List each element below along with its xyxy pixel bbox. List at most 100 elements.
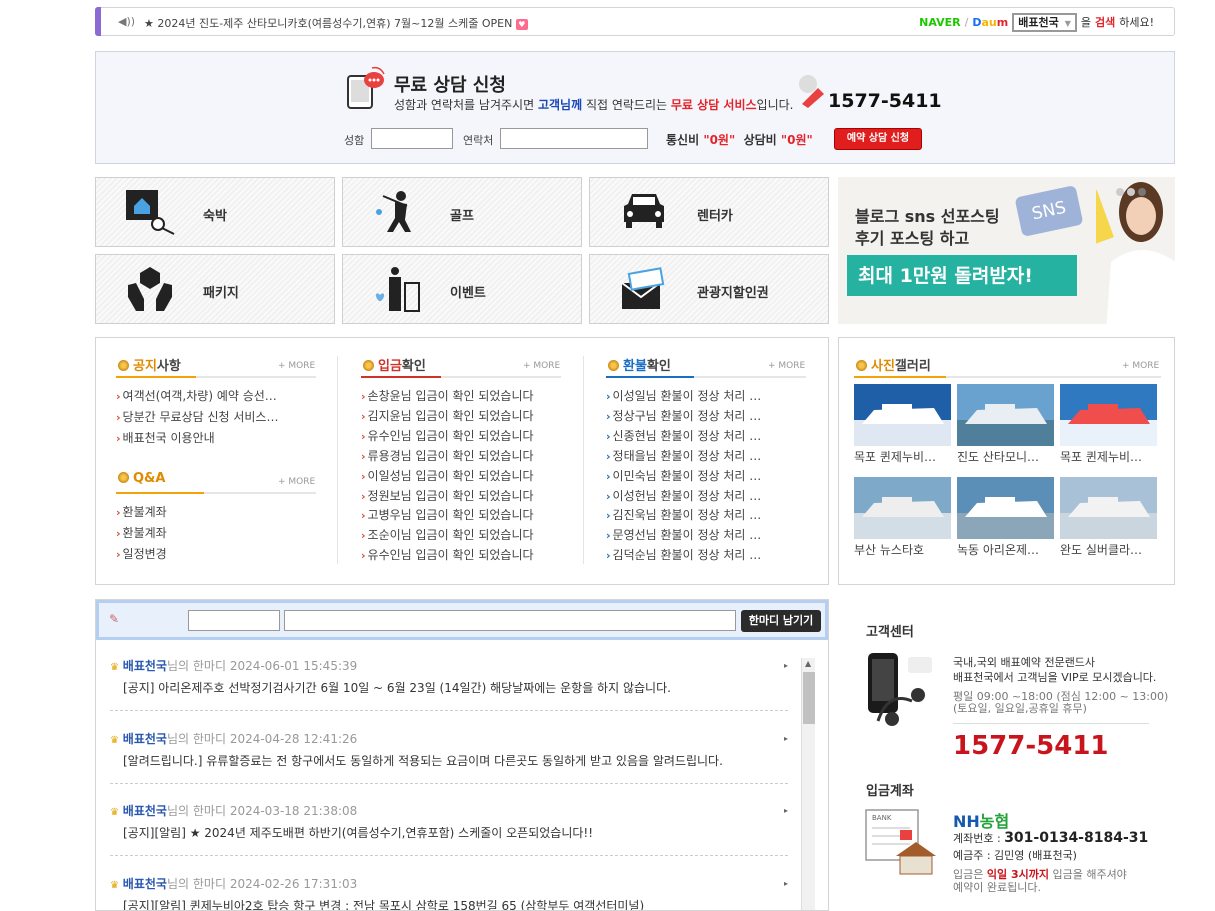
- gallery-thumbnail[interactable]: [957, 384, 1054, 446]
- comment-write-bar: ✎ 한마디 남기기: [96, 600, 828, 640]
- customer-center-title: 고객센터: [866, 625, 914, 640]
- model-photo: [1096, 182, 1175, 324]
- refund-title[interactable]: 환불확인: [608, 355, 671, 374]
- reserve-consult-button[interactable]: 예약 상담 신청: [834, 128, 922, 150]
- ticker-message[interactable]: ★ 2024년 진도-제주 산타모니카호(여름성수기,연휴) 7월~12월 스케…: [144, 15, 528, 31]
- consult-title: 무료 상담 신청: [394, 75, 506, 96]
- deposit-more-link[interactable]: + MORE: [523, 361, 560, 371]
- gallery-thumbnail[interactable]: [1060, 384, 1157, 446]
- name-input[interactable]: [371, 128, 453, 149]
- category-package[interactable]: 패키지: [95, 254, 335, 324]
- category-coupon[interactable]: 관광지할인권: [589, 254, 829, 324]
- refund-item[interactable]: › 이성헌님 환불이 정상 처리 …: [606, 487, 761, 504]
- comment-meta: ♛ 배표천국님의 한마디 2024-03-18 21:38:08: [110, 804, 358, 818]
- refund-item[interactable]: › 김덕순님 환불이 정상 처리 …: [606, 546, 761, 563]
- fee-text: 통신비 "0원" 상담비 "0원": [666, 133, 813, 147]
- category-label: 패키지: [203, 286, 239, 301]
- account-number: 계좌번호 : 301-0134-8184-31: [953, 830, 1149, 846]
- notice-ticker: ◀)) ★ 2024년 진도-제주 산타모니카호(여름성수기,연휴) 7월~12…: [95, 7, 1175, 36]
- sns-event-banner[interactable]: 블로그 sns 선포스팅 후기 포스팅 하고 최대 1만원 돌려받자! SNS: [838, 177, 1175, 324]
- gallery-thumbnail[interactable]: [1060, 477, 1157, 539]
- gallery-thumbnail[interactable]: [957, 477, 1054, 539]
- gallery-caption[interactable]: 부산 뉴스타호: [854, 541, 951, 558]
- event-icon: [375, 267, 420, 312]
- gallery-caption[interactable]: 완도 실버클라…: [1060, 541, 1157, 558]
- cc-line1: 국내,국외 배표예약 전문랜드사: [953, 656, 1096, 669]
- notice-item[interactable]: › 당분간 무료상담 신청 서비스…: [116, 408, 278, 425]
- gallery-more-link[interactable]: + MORE: [1122, 361, 1159, 371]
- contact-input[interactable]: [500, 128, 648, 149]
- category-lodging[interactable]: 숙박: [95, 177, 335, 247]
- refund-item[interactable]: › 문영선님 환불이 정상 처리 …: [606, 526, 761, 543]
- comment-menu-icon[interactable]: ▸: [784, 806, 788, 815]
- qna-item[interactable]: › 환불계좌: [116, 524, 167, 541]
- category-rentcar[interactable]: 렌터카: [589, 177, 829, 247]
- naver-logo[interactable]: NAVER: [919, 16, 960, 29]
- comment-scrollbar[interactable]: ▲: [801, 658, 815, 910]
- comment-menu-icon[interactable]: ▸: [784, 734, 788, 743]
- deposit-item[interactable]: › 정원보님 입금이 확인 되었습니다: [361, 487, 534, 504]
- deposit-item[interactable]: › 유수인님 입금이 확인 되었습니다: [361, 427, 534, 444]
- gallery-caption[interactable]: 녹동 아리온제…: [957, 541, 1054, 558]
- scroll-thumb[interactable]: [803, 672, 815, 724]
- deposit-item[interactable]: › 조순이님 입금이 확인 되었습니다: [361, 526, 534, 543]
- free-consult-box: 무료 상담 신청 성함과 연락처를 남겨주시면 고객님께 직접 연락드리는 무료…: [95, 51, 1175, 164]
- category-label: 관광지할인권: [697, 286, 769, 301]
- contact-label: 연락처: [463, 134, 494, 147]
- gallery-caption[interactable]: 목포 퀸제누비…: [1060, 448, 1157, 465]
- notice-item[interactable]: › 여객선(여객,차량) 예약 승선…: [116, 387, 277, 404]
- comment-name-input[interactable]: [188, 610, 280, 631]
- cc-phone: 1577-5411: [953, 731, 1109, 761]
- refund-item[interactable]: › 신종현님 환불이 정상 처리 …: [606, 427, 761, 444]
- daum-logo[interactable]: Daum: [972, 16, 1008, 29]
- deposit-title[interactable]: 입금확인: [363, 355, 426, 374]
- refund-more-link[interactable]: + MORE: [768, 361, 805, 371]
- heart-icon: ♥: [515, 18, 528, 30]
- qna-title[interactable]: Q&A: [118, 471, 165, 486]
- leave-comment-button[interactable]: 한마디 남기기: [741, 610, 821, 632]
- gallery-thumbnail[interactable]: [854, 477, 951, 539]
- refund-item[interactable]: › 정태을님 환불이 정상 처리 …: [606, 447, 761, 464]
- deposit-item[interactable]: › 유수인님 입금이 확인 되었습니다: [361, 546, 534, 563]
- cc-hours2: (토요일, 일요일,공휴일 휴무): [953, 702, 1087, 715]
- qna-item[interactable]: › 환불계좌: [116, 503, 167, 520]
- notice-more-link[interactable]: + MORE: [278, 361, 315, 371]
- comment-text: [공지] 아리온제주호 선박정기검사기간 6월 10일 ~ 6월 23일 (14…: [123, 681, 671, 695]
- refund-item[interactable]: › 이성일님 환불이 정상 처리 …: [606, 387, 761, 404]
- comment-text: [알려드립니다.] 유류할증료는 전 항구에서도 동일하게 적용되는 요금이며 …: [123, 753, 723, 768]
- gallery-thumbnail[interactable]: [854, 384, 951, 446]
- comment-meta: ♛ 배표천국님의 한마디 2024-04-28 12:41:26: [110, 731, 358, 746]
- deposit-item[interactable]: › 류용경님 입금이 확인 되었습니다: [361, 447, 534, 464]
- deposit-item[interactable]: › 고병우님 입금이 확인 되었습니다: [361, 506, 534, 523]
- notice-title[interactable]: 공지사항: [118, 355, 181, 374]
- gallery-caption[interactable]: 진도 산타모니…: [957, 448, 1054, 465]
- lodging-icon: [126, 190, 175, 235]
- golf-icon: [376, 191, 411, 232]
- refund-item[interactable]: › 이민숙님 환불이 정상 처리 …: [606, 467, 761, 484]
- nh-bank-logo: NH농협: [953, 812, 1010, 831]
- sns-tag: SNS: [1014, 184, 1084, 238]
- gallery-caption[interactable]: 목포 퀸제누비…: [854, 448, 951, 465]
- photo-gallery: 사진갤러리 + MORE 목포 퀸제누비… 진도 산타모니… 목포 퀸제누비… 부산 …: [838, 337, 1175, 585]
- comment-menu-icon[interactable]: ▸: [784, 661, 788, 670]
- gallery-title[interactable]: 사진갤러리: [856, 355, 931, 374]
- telephone-icon: [799, 75, 824, 108]
- account-note2: 예약이 완료됩니다.: [953, 881, 1041, 894]
- comment-text-input[interactable]: [284, 610, 736, 631]
- deposit-item[interactable]: › 손창윤님 입금이 확인 되었습니다: [361, 387, 534, 404]
- category-event[interactable]: 이벤트: [342, 254, 582, 324]
- deposit-item[interactable]: › 이일성님 입금이 확인 되었습니다: [361, 467, 534, 484]
- refund-item[interactable]: › 김진욱님 환불이 정상 처리 …: [606, 506, 761, 523]
- deposit-item[interactable]: › 김지윤님 입금이 확인 되었습니다: [361, 407, 534, 424]
- qna-item[interactable]: › 일정변경: [116, 545, 167, 562]
- banner-pager[interactable]: [1116, 185, 1149, 199]
- category-golf[interactable]: 골프: [342, 177, 582, 247]
- notice-item[interactable]: › 배표천국 이용안내: [116, 429, 215, 446]
- comment-menu-icon[interactable]: ▸: [784, 879, 788, 888]
- flower-icon: [363, 360, 374, 371]
- refund-item[interactable]: › 정상구님 환불이 정상 처리 …: [606, 407, 761, 424]
- flower-icon: [118, 360, 129, 371]
- svg-text:BANK: BANK: [872, 814, 892, 822]
- cc-line2: 배표천국에서 고객님을 VIP로 모시겠습니다.: [953, 671, 1157, 684]
- qna-more-link[interactable]: + MORE: [278, 477, 315, 487]
